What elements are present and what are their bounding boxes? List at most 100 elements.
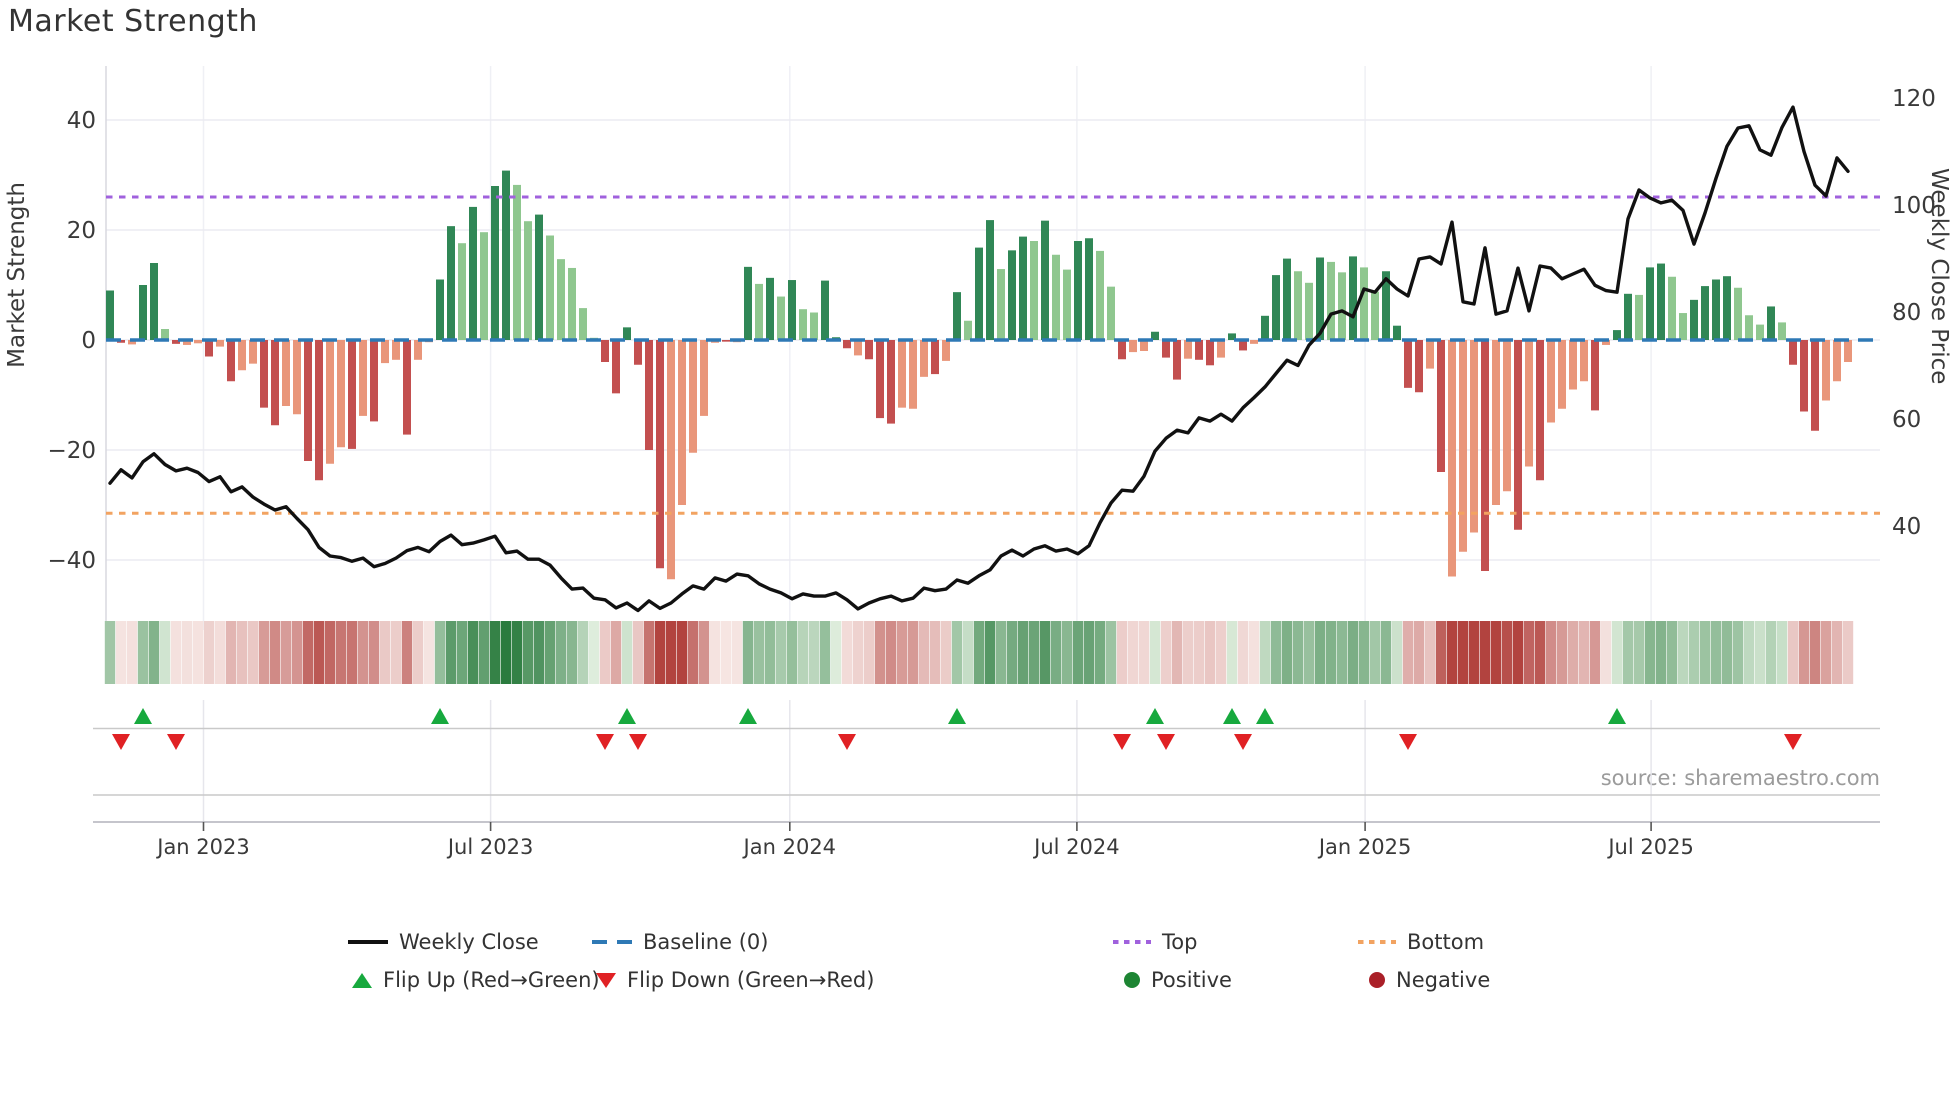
heatmap-cell	[1105, 621, 1117, 684]
heatmap-cell	[115, 621, 127, 684]
heatmap-cell	[203, 621, 215, 684]
strength-bar	[1173, 340, 1181, 380]
legend-item-flip-up: Flip Up (Red→Green)	[352, 966, 600, 994]
heatmap-cell	[1820, 621, 1832, 684]
right-tick-label: 80	[1892, 300, 1921, 326]
strength-bar	[898, 340, 906, 408]
flip-up-marker	[1223, 708, 1241, 724]
strength-bar	[997, 269, 1005, 340]
strength-bar	[480, 232, 488, 340]
flip-up-marker	[431, 708, 449, 724]
heatmap-cell	[500, 621, 512, 684]
heatmap-cell	[247, 621, 259, 684]
heatmap-cell	[1446, 621, 1458, 684]
strength-bar	[1162, 340, 1170, 358]
heatmap-cell	[478, 621, 490, 684]
heatmap-cell	[1743, 621, 1755, 684]
strength-bar	[216, 340, 224, 347]
right-tick-label: 40	[1892, 514, 1921, 540]
strength-bar	[1767, 306, 1775, 340]
strength-bar	[1580, 340, 1588, 382]
heatmap-cell	[1545, 621, 1557, 684]
strength-bar	[1074, 241, 1082, 340]
left-tick-label: −40	[47, 548, 96, 574]
heatmap-cell	[423, 621, 435, 684]
positive-dot-icon	[1124, 972, 1140, 988]
strength-bar	[1437, 340, 1445, 472]
heatmap-cell	[808, 621, 820, 684]
heatmap-cell	[984, 621, 996, 684]
heatmap-cell	[1270, 621, 1282, 684]
heatmap-cell	[1754, 621, 1766, 684]
flip-down-marker	[1234, 734, 1252, 750]
heatmap-cell	[1347, 621, 1359, 684]
strength-bar	[865, 340, 873, 360]
heatmap-cell	[148, 621, 160, 684]
heatmap-cell	[797, 621, 809, 684]
heatmap-cell	[302, 621, 314, 684]
strength-bar	[986, 220, 994, 340]
heatmap-cell	[1402, 621, 1414, 684]
strength-bar	[777, 296, 785, 340]
strength-bar	[1294, 271, 1302, 340]
heatmap-cell	[1809, 621, 1821, 684]
strength-bar	[942, 340, 950, 361]
strength-bar	[1118, 340, 1126, 360]
legend-item-positive: Positive	[1113, 966, 1232, 994]
heatmap-cell	[1710, 621, 1722, 684]
heatmap-cell	[236, 621, 248, 684]
legend-item-baseline: Baseline (0)	[592, 928, 768, 956]
heatmap-cell	[170, 621, 182, 684]
strength-bar	[1668, 276, 1676, 340]
strength-bar	[1811, 340, 1819, 431]
flip-up-marker	[1608, 708, 1626, 724]
strength-bar	[1085, 238, 1093, 340]
strength-bar	[1371, 291, 1379, 340]
heatmap-cell	[1358, 621, 1370, 684]
strength-bar	[1030, 241, 1038, 340]
strength-bar	[524, 221, 532, 340]
heatmap-cell	[1655, 621, 1667, 684]
strength-bar	[579, 308, 587, 340]
strength-bar	[1492, 340, 1500, 505]
heatmap-cell	[1380, 621, 1392, 684]
flip-up-marker	[1256, 708, 1274, 724]
heatmap-cell	[1468, 621, 1480, 684]
weekly-close-line-icon	[348, 940, 388, 944]
heatmap-cell	[885, 621, 897, 684]
heatmap-cell	[1534, 621, 1546, 684]
strength-bar	[194, 340, 202, 344]
legend-item-negative: Negative	[1358, 966, 1490, 994]
strength-bar	[1646, 267, 1654, 340]
strength-bar	[1261, 315, 1269, 340]
heatmap-cell	[159, 621, 171, 684]
strength-bar	[1349, 256, 1357, 340]
strength-bar	[414, 340, 422, 360]
strength-bar	[1481, 340, 1489, 571]
strength-bar	[139, 285, 147, 340]
strength-bar	[1206, 340, 1214, 366]
strength-bar	[1756, 324, 1764, 340]
flip-up-marker	[948, 708, 966, 724]
strength-bar	[1679, 313, 1687, 340]
heatmap-cell	[346, 621, 358, 684]
heatmap-cell	[390, 621, 402, 684]
strength-bar	[744, 266, 752, 340]
heatmap-cell	[1622, 621, 1634, 684]
heatmap-cell	[445, 621, 457, 684]
strength-bar	[843, 340, 851, 349]
strength-bar	[799, 309, 807, 340]
heatmap-cell	[874, 621, 886, 684]
heatmap-cell	[907, 621, 919, 684]
strength-bar	[1063, 269, 1071, 340]
strength-bar	[381, 340, 389, 364]
strength-bar	[1459, 340, 1467, 552]
heatmap-cell	[258, 621, 270, 684]
heatmap-cell	[841, 621, 853, 684]
heatmap-cell	[1061, 621, 1073, 684]
strength-bar	[260, 340, 268, 408]
strength-bar	[953, 292, 961, 340]
strength-bar	[1217, 340, 1225, 358]
strength-bar	[876, 340, 884, 419]
strength-bar	[1404, 340, 1412, 388]
